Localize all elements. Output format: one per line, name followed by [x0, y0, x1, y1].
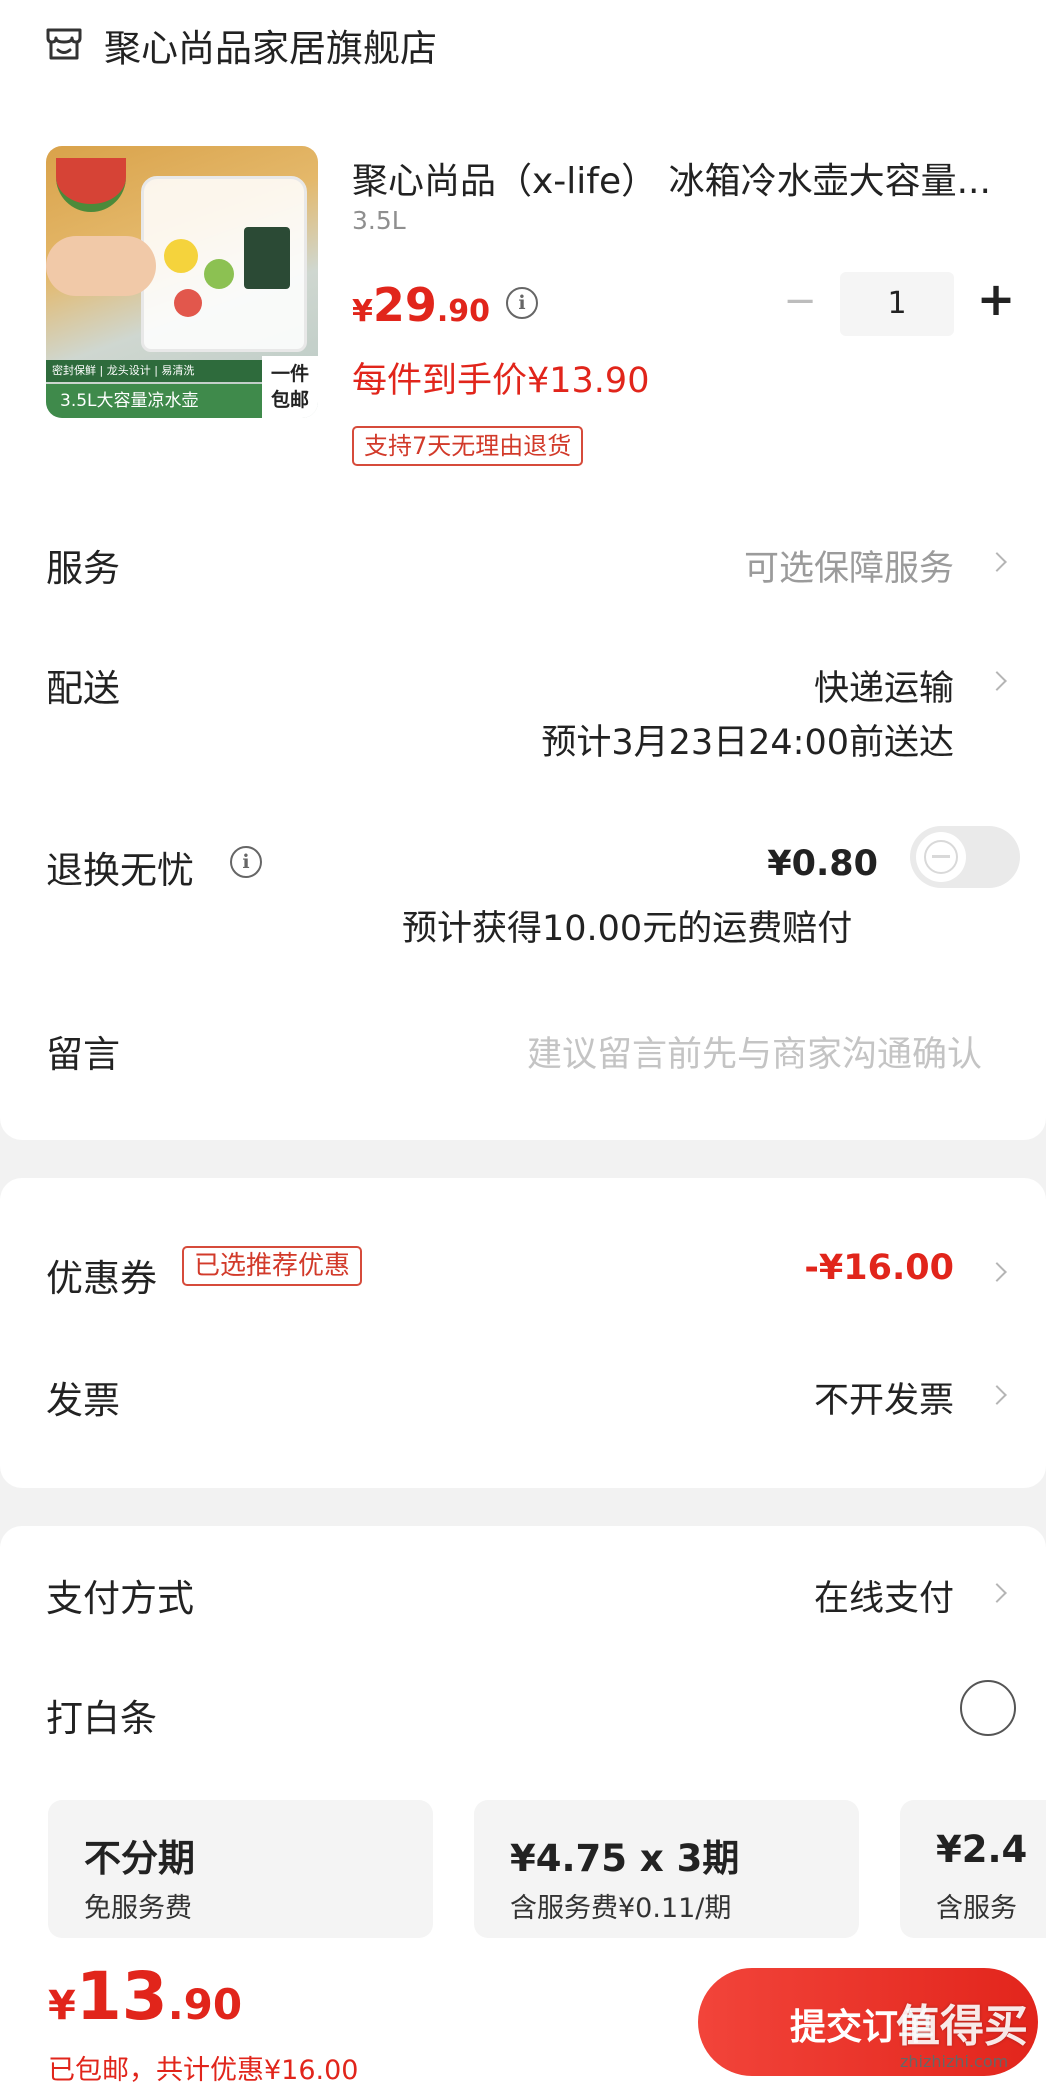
hand-shape — [46, 236, 156, 296]
row-return-worry: 退换无忧 i ¥0.80 预计获得10.00元的运费赔付 — [0, 820, 1046, 950]
thumb-feature-strip: 密封保鲜 | 龙头设计 | 易清洗 — [46, 360, 282, 382]
chevron-right-icon — [987, 1262, 1007, 1282]
row-service[interactable]: 服务 可选保障服务 — [0, 520, 1046, 600]
bottom-bar: ¥13.90 已包邮，共计优惠¥16.00 提交订单 值得买 zhizhizhi… — [0, 1958, 1046, 2088]
return-policy-tag: 支持7天无理由退货 — [352, 426, 584, 466]
row-message[interactable]: 留言 建议留言前先与商家沟通确认 — [0, 1010, 1046, 1090]
delivery-label: 配送 — [46, 667, 120, 710]
quantity-stepper: − 1 + — [774, 272, 1024, 336]
installment-option-6[interactable]: ¥2.4 含服务 — [900, 1800, 1046, 1938]
watermark-site: zhizhizhi.com — [900, 2052, 1009, 2071]
jug-shape — [141, 176, 307, 352]
total-price: ¥13.90 — [48, 1958, 243, 2035]
final-price: 每件到手价¥13.90 — [352, 361, 650, 401]
baitiao-label: 打白条 — [46, 1697, 157, 1740]
free-shipping-badge: 一件 包邮 — [262, 356, 318, 418]
qty-value[interactable]: 1 — [840, 272, 954, 336]
product-price: ¥29.90 — [352, 278, 491, 332]
coupon-label: 优惠券 — [46, 1257, 157, 1300]
row-payment[interactable]: 支付方式 在线支付 — [0, 1552, 1046, 1632]
delivery-method: 快递运输 — [813, 669, 954, 709]
chevron-right-icon — [987, 1385, 1007, 1405]
watermark: 值得买 zhizhizhi.com — [896, 1990, 1046, 2086]
product-thumbnail[interactable]: 密封保鲜 | 龙头设计 | 易清洗 3.5L大容量凉水壶 一件 包邮 — [46, 146, 318, 418]
return-worry-label: 退换无忧 — [46, 849, 194, 892]
product-spec: 3.5L — [352, 206, 406, 235]
service-label: 服务 — [46, 547, 120, 590]
discount-card — [0, 1178, 1046, 1488]
return-worry-price: ¥0.80 — [767, 844, 878, 884]
order-summary: 已包邮，共计优惠¥16.00 — [48, 2055, 359, 2086]
qty-minus-button[interactable]: − — [774, 278, 826, 324]
thumb-caption: 3.5L大容量凉水壶 — [46, 384, 290, 418]
chevron-right-icon — [987, 552, 1007, 572]
return-info-icon[interactable]: i — [230, 846, 262, 878]
baitiao-radio[interactable] — [960, 1680, 1016, 1736]
row-baitiao[interactable]: 打白条 — [0, 1672, 1046, 1752]
row-delivery[interactable]: 配送 快递运输 预计3月23日24:00前送达 — [0, 644, 1046, 764]
return-worry-note: 预计获得10.00元的运费赔付 — [402, 909, 853, 949]
store-icon — [46, 28, 82, 60]
return-worry-toggle[interactable] — [910, 826, 1020, 888]
row-invoice[interactable]: 发票 不开发票 — [0, 1356, 1046, 1436]
installment-option-3[interactable]: ¥4.75 x 3期 含服务费¥0.11/期 — [474, 1800, 859, 1938]
payment-label: 支付方式 — [46, 1577, 194, 1620]
toggle-knob — [916, 832, 966, 882]
product-title[interactable]: 聚心尚品（x-life） 冰箱冷水壶大容量... — [352, 152, 1020, 204]
row-coupon[interactable]: 优惠券 已选推荐优惠 -¥16.00 — [0, 1232, 1046, 1312]
chevron-right-icon — [987, 671, 1007, 691]
coupon-value: -¥16.00 — [804, 1248, 954, 1288]
installment-option-none[interactable]: 不分期 免服务费 — [48, 1800, 433, 1938]
invoice-label: 发票 — [46, 1379, 120, 1422]
chevron-right-icon — [987, 1583, 1007, 1603]
watermark-logo: 值得买 — [896, 2001, 1028, 2052]
service-value: 可选保障服务 — [743, 549, 954, 589]
message-input[interactable]: 建议留言前先与商家沟通确认 — [527, 1026, 982, 1077]
store-name: 聚心尚品家居旗舰店 — [104, 27, 437, 70]
payment-value: 在线支付 — [813, 1579, 954, 1619]
message-label: 留言 — [46, 1033, 120, 1076]
invoice-value: 不开发票 — [813, 1381, 954, 1421]
watermelon-shape — [56, 158, 126, 212]
qty-plus-button[interactable]: + — [968, 272, 1024, 326]
delivery-eta: 预计3月23日24:00前送达 — [541, 723, 954, 763]
price-info-icon[interactable]: i — [506, 287, 538, 319]
coupon-selected-tag: 已选推荐优惠 — [182, 1246, 363, 1286]
